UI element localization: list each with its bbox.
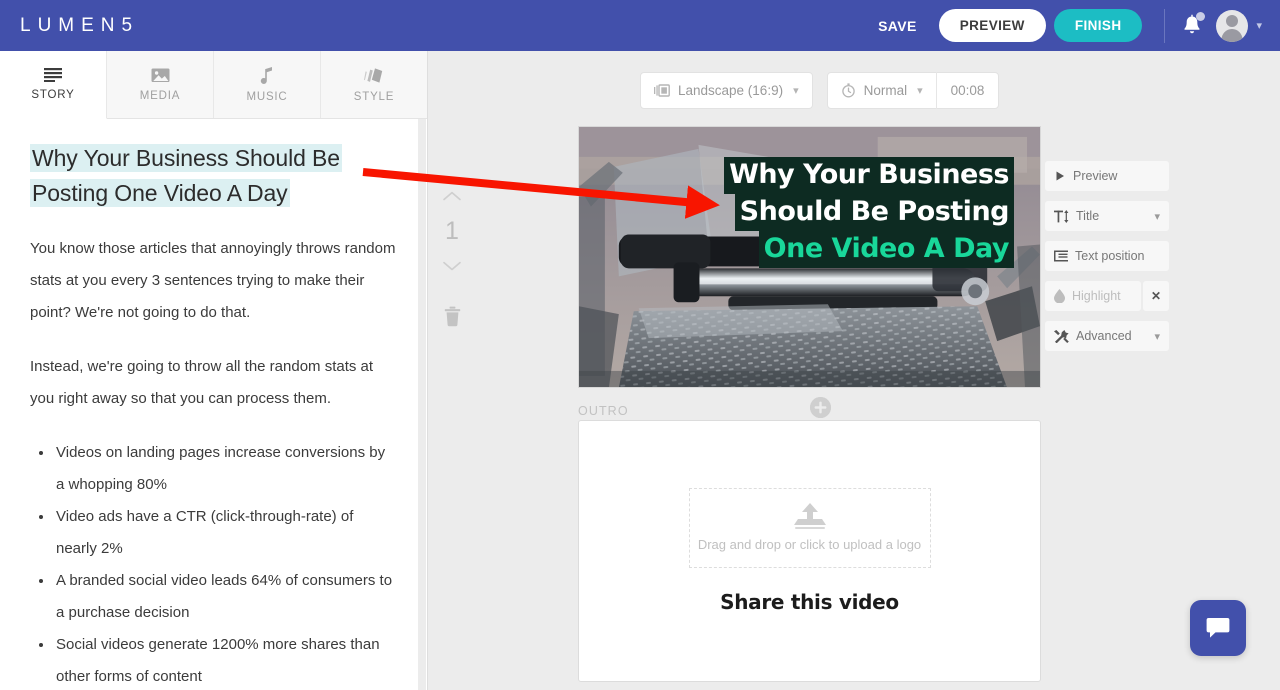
move-scene-up-button[interactable]: [442, 181, 462, 212]
finish-button[interactable]: FINISH: [1054, 9, 1143, 42]
story-lines-icon: [44, 68, 62, 82]
avatar[interactable]: [1216, 10, 1248, 42]
story-title-text: Why Your Business Should Be Posting One …: [30, 144, 342, 207]
outro-card[interactable]: Drag and drop or click to upload a logo …: [578, 420, 1041, 682]
overlay-line-text: Why Your Business: [724, 157, 1014, 194]
chat-bubble-icon: [1205, 616, 1231, 640]
canvas-toolbar: Landscape (16:9) ▾ Normal ▾ 00:08: [640, 72, 999, 109]
speed-selector[interactable]: Normal ▾: [828, 73, 936, 108]
option-advanced-label: Advanced: [1076, 329, 1132, 343]
dropzone-text: Drag and drop or click to upload a logo: [698, 534, 921, 555]
tools-icon: [1054, 330, 1069, 343]
option-title-label: Title: [1076, 209, 1099, 223]
option-highlight[interactable]: Highlight: [1045, 281, 1141, 311]
notification-badge: [1196, 12, 1205, 21]
music-note-icon: [260, 67, 274, 84]
option-text-position[interactable]: Text position: [1045, 241, 1169, 271]
story-panel: STORY MEDIA MUSIC: [0, 51, 428, 690]
tab-style-label: STYLE: [354, 91, 394, 103]
droplet-icon: [1054, 289, 1065, 303]
option-text-position-label: Text position: [1075, 249, 1144, 263]
story-paragraph-2[interactable]: Instead, we're going to throw all the ra…: [30, 351, 397, 415]
format-selector[interactable]: Landscape (16:9) ▾: [640, 72, 813, 109]
list-item[interactable]: Social videos generate 1200% more shares…: [54, 629, 397, 690]
overlay-line: Should Be Posting: [724, 193, 1014, 230]
video-canvas: Landscape (16:9) ▾ Normal ▾ 00:08: [428, 51, 1280, 690]
play-icon: [1054, 170, 1066, 182]
style-cards-icon: [364, 67, 384, 84]
overlay-line-text: Should Be Posting: [735, 194, 1014, 231]
list-item[interactable]: Video ads have a CTR (click-through-rate…: [54, 501, 397, 565]
option-title[interactable]: Title ▾: [1045, 201, 1169, 231]
tab-story[interactable]: STORY: [0, 51, 107, 119]
divider: [1164, 9, 1165, 43]
list-item[interactable]: Videos on landing pages increase convers…: [54, 437, 397, 501]
scene-preview[interactable]: Why Your Business Should Be Posting One …: [578, 126, 1041, 388]
chevron-down-icon: [442, 260, 462, 272]
text-position-icon: [1054, 250, 1068, 262]
option-highlight-group: Highlight ✕: [1045, 281, 1169, 311]
duration-label: 00:08: [937, 83, 999, 98]
option-advanced-chevron-down-icon: ▾: [1154, 330, 1160, 343]
overlay-line: Why Your Business: [724, 156, 1014, 193]
tab-story-label: STORY: [31, 89, 74, 101]
story-editor[interactable]: Why Your Business Should Be Posting One …: [0, 119, 427, 690]
story-bullet-list[interactable]: Videos on landing pages increase convers…: [30, 437, 397, 690]
tab-media-label: MEDIA: [140, 90, 180, 102]
option-advanced[interactable]: Advanced ▾: [1045, 321, 1169, 351]
add-scene-button[interactable]: [810, 397, 831, 418]
chevron-up-icon: [442, 190, 462, 202]
format-label: Landscape (16:9): [678, 83, 783, 98]
upload-icon: [793, 502, 827, 530]
scene-options-panel: Preview Title ▾ Text position: [1045, 161, 1169, 351]
app-logo[interactable]: LUMEN5: [20, 15, 139, 37]
tab-media[interactable]: MEDIA: [107, 51, 214, 118]
story-title[interactable]: Why Your Business Should Be Posting One …: [30, 141, 397, 211]
scene-controls: 1: [428, 181, 476, 332]
overlay-line-text: One Video A Day: [759, 231, 1014, 268]
tab-music[interactable]: MUSIC: [214, 51, 321, 118]
tab-music-label: MUSIC: [246, 91, 287, 103]
speed-chevron-down-icon: ▾: [917, 84, 923, 97]
story-paragraph-1[interactable]: You know those articles that annoyingly …: [30, 233, 397, 329]
scene-overlay-text[interactable]: Why Your Business Should Be Posting One …: [724, 156, 1014, 267]
overlay-line: One Video A Day: [724, 230, 1014, 267]
remove-highlight-button[interactable]: ✕: [1143, 281, 1169, 311]
list-item[interactable]: A branded social video leads 64% of cons…: [54, 565, 397, 629]
trash-icon: [443, 306, 462, 327]
outro-share-title[interactable]: Share this video: [720, 590, 899, 614]
speed-label: Normal: [864, 83, 908, 98]
save-button[interactable]: SAVE: [864, 18, 931, 34]
format-chevron-down-icon: ▾: [793, 84, 799, 97]
top-bar: LUMEN5 SAVE PREVIEW FINISH ▾: [0, 0, 1280, 51]
outro-label: OUTRO: [578, 404, 629, 418]
clock-icon: [841, 83, 856, 98]
option-preview-label: Preview: [1073, 169, 1117, 183]
chat-widget-button[interactable]: [1190, 600, 1246, 656]
text-size-icon: [1054, 210, 1069, 223]
image-icon: [151, 67, 170, 83]
preview-button[interactable]: PREVIEW: [939, 9, 1046, 42]
logo-dropzone[interactable]: Drag and drop or click to upload a logo: [689, 488, 931, 568]
speed-and-duration[interactable]: Normal ▾ 00:08: [827, 72, 1000, 109]
scrollbar-thumb[interactable]: [418, 119, 426, 419]
option-highlight-label: Highlight: [1072, 289, 1121, 303]
scene-number: 1: [445, 212, 459, 251]
delete-scene-button[interactable]: [443, 306, 462, 332]
option-title-chevron-down-icon: ▾: [1154, 210, 1160, 223]
notifications-button[interactable]: [1180, 13, 1204, 39]
plus-icon: [810, 397, 831, 418]
top-bar-actions: SAVE PREVIEW FINISH ▾: [864, 0, 1280, 51]
option-preview[interactable]: Preview: [1045, 161, 1169, 191]
tab-style[interactable]: STYLE: [321, 51, 427, 118]
story-panel-scrollbar[interactable]: [418, 119, 426, 690]
aspect-ratio-icon: [654, 84, 670, 97]
move-scene-down-button[interactable]: [442, 251, 462, 282]
panel-tabs: STORY MEDIA MUSIC: [0, 51, 427, 119]
account-menu-chevron-down-icon[interactable]: ▾: [1256, 19, 1262, 32]
